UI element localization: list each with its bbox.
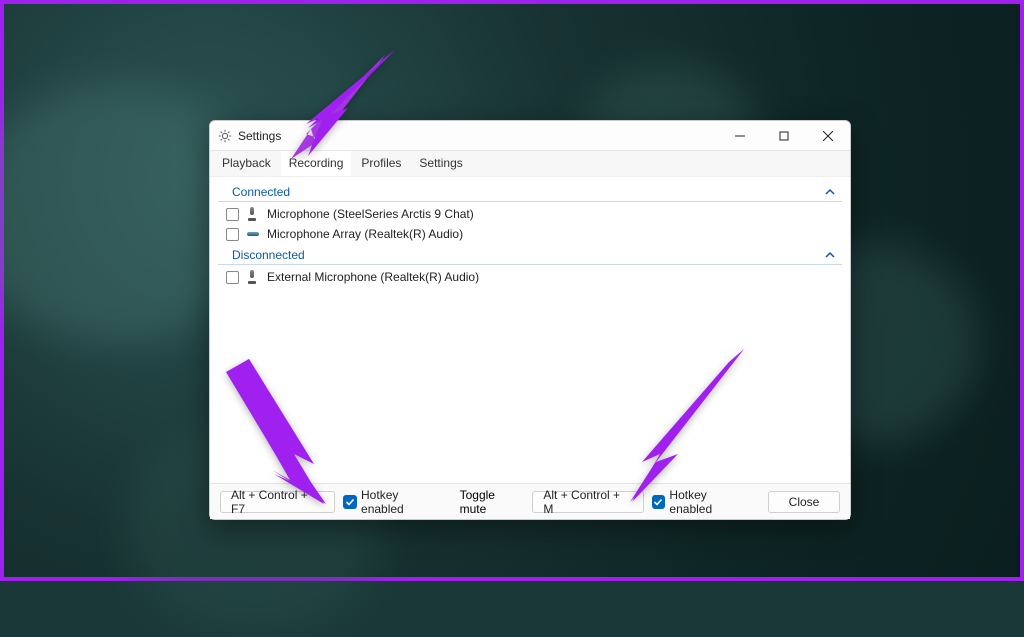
device-row[interactable]: Microphone (SteelSeries Arctis 9 Chat) — [218, 204, 842, 224]
checkbox-checked-icon — [343, 495, 357, 509]
section-connected-label: Connected — [232, 185, 290, 199]
close-button[interactable]: Close — [768, 491, 840, 513]
device-row[interactable]: Microphone Array (Realtek(R) Audio) — [218, 224, 842, 244]
window-titlebar[interactable]: Settings — [210, 121, 850, 151]
hotkey1-enabled-checkbox[interactable]: Hotkey enabled — [343, 488, 443, 516]
hotkey2-button[interactable]: Alt + Control + M — [532, 491, 643, 513]
chevron-up-icon — [824, 249, 836, 261]
device-checkbox[interactable] — [226, 271, 239, 284]
app-gear-icon — [218, 129, 232, 143]
section-disconnected-header[interactable]: Disconnected — [218, 244, 842, 265]
annotated-screenshot-frame: Settings Playback Recording Profiles Set… — [0, 0, 1024, 581]
microphone-icon — [245, 270, 261, 284]
tab-settings[interactable]: Settings — [411, 151, 470, 176]
device-checkbox[interactable] — [226, 208, 239, 221]
chevron-up-icon — [824, 186, 836, 198]
checkbox-checked-icon — [652, 495, 666, 509]
toggle-mute-label: Toggle mute — [460, 488, 525, 516]
device-label: Microphone (SteelSeries Arctis 9 Chat) — [267, 207, 474, 221]
hotkey1-button[interactable]: Alt + Control + F7 — [220, 491, 335, 513]
bottom-toolbar: Alt + Control + F7 Hotkey enabled Toggle… — [210, 483, 850, 519]
hotkey1-enabled-label: Hotkey enabled — [361, 488, 444, 516]
microphone-array-icon — [245, 227, 261, 241]
hotkey2-enabled-label: Hotkey enabled — [669, 488, 752, 516]
tab-profiles[interactable]: Profiles — [353, 151, 409, 176]
window-maximize-button[interactable] — [762, 121, 806, 151]
window-close-button[interactable] — [806, 121, 850, 151]
device-label: Microphone Array (Realtek(R) Audio) — [267, 227, 463, 241]
tab-bar: Playback Recording Profiles Settings — [210, 151, 850, 177]
window-minimize-button[interactable] — [718, 121, 762, 151]
microphone-icon — [245, 207, 261, 221]
tab-playback[interactable]: Playback — [214, 151, 279, 176]
hotkey2-enabled-checkbox[interactable]: Hotkey enabled — [652, 488, 752, 516]
device-label: External Microphone (Realtek(R) Audio) — [267, 270, 479, 284]
section-disconnected-label: Disconnected — [232, 248, 305, 262]
settings-window: Settings Playback Recording Profiles Set… — [209, 120, 851, 520]
section-connected-header[interactable]: Connected — [218, 181, 842, 202]
device-list: Connected Microphone (SteelSeries Arctis… — [210, 177, 850, 483]
device-row[interactable]: External Microphone (Realtek(R) Audio) — [218, 267, 842, 287]
window-title: Settings — [238, 129, 281, 143]
device-checkbox[interactable] — [226, 228, 239, 241]
tab-recording[interactable]: Recording — [281, 151, 352, 176]
